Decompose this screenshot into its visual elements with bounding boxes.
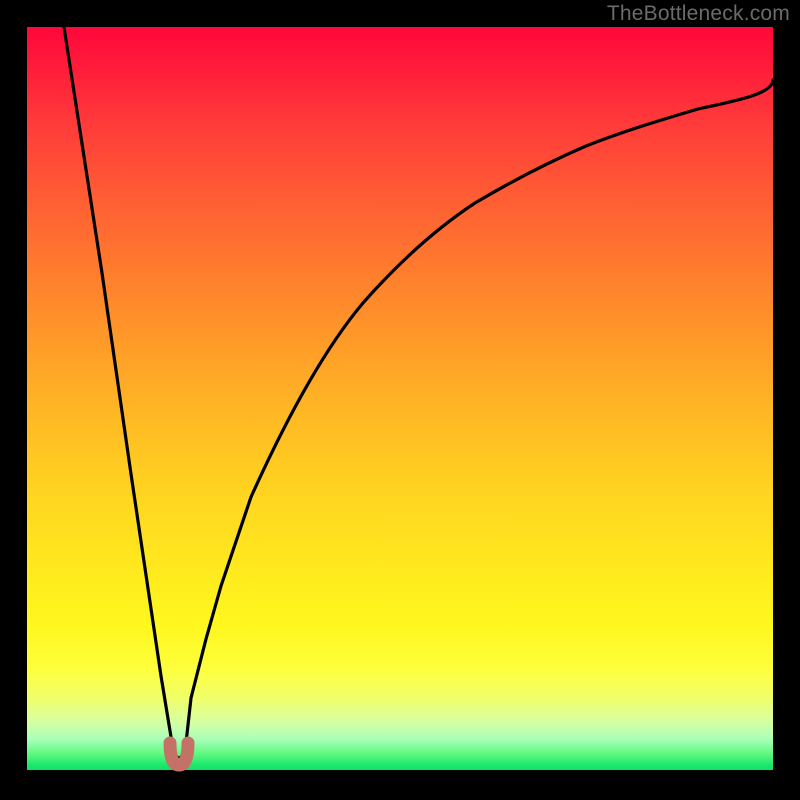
curve-layer: [27, 27, 773, 773]
minimum-marker: [170, 743, 188, 765]
watermark-text: TheBottleneck.com: [607, 2, 790, 26]
bottleneck-curve: [64, 27, 773, 758]
chart-frame: TheBottleneck.com: [0, 0, 800, 800]
plot-area: [27, 27, 773, 773]
